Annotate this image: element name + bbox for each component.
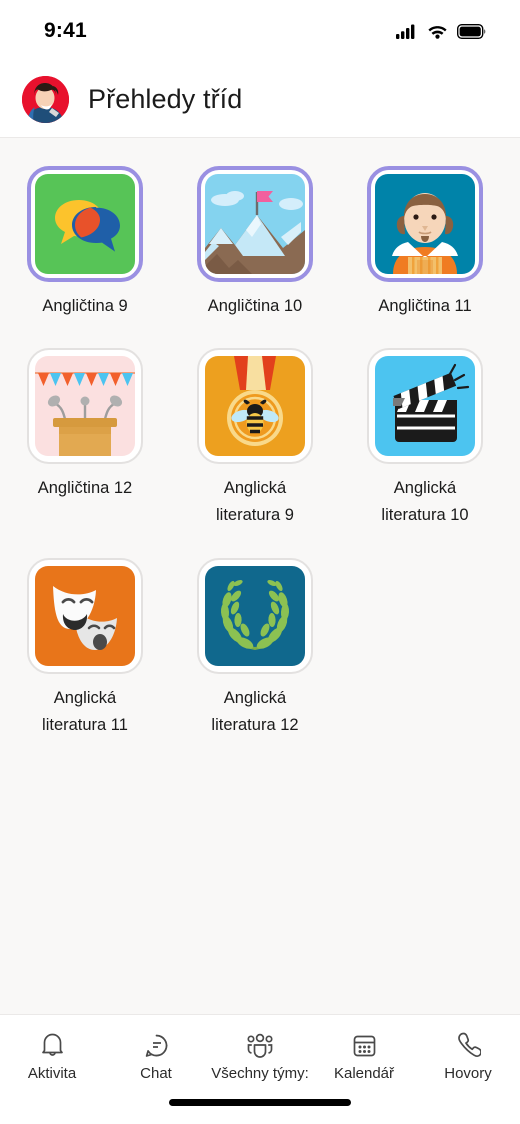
class-tile-label: Anglická literatura 10: [381, 479, 469, 525]
class-tile-image-frame: [197, 166, 313, 282]
class-tile-label: Anglická literatura 12: [211, 688, 299, 734]
class-tile-image-frame: [27, 166, 143, 282]
mountain-flag-icon: [205, 174, 305, 274]
class-tile-anglictina-10[interactable]: Angličtina 10: [170, 156, 340, 320]
app-header: Přehledy tříd: [0, 62, 520, 138]
bell-icon: [39, 1029, 66, 1061]
class-grid-container: Angličtina 9 Angličtina 10 Angličtina 11…: [0, 138, 520, 1014]
battery-icon: [457, 23, 486, 39]
class-tile-label: Anglická literatura 11: [42, 688, 128, 734]
phone-screen: 9:41 Přehledy tříd Angličtina 9 Angličti…: [0, 0, 520, 1124]
class-grid: Angličtina 9 Angličtina 10 Angličtina 11…: [0, 156, 520, 757]
avatar[interactable]: [22, 76, 69, 123]
class-tile-image-frame: [367, 166, 483, 282]
nav-item-vsechny-tymy[interactable]: Všechny týmy:: [208, 1029, 312, 1082]
class-tile-anglictina-9[interactable]: Angličtina 9: [0, 156, 170, 320]
nav-item-hovory[interactable]: Hovory: [416, 1029, 520, 1082]
class-tile-image-frame: [27, 557, 143, 674]
nav-item-chat[interactable]: Chat: [104, 1029, 208, 1082]
class-tile-image-frame: [197, 348, 313, 465]
class-tile-image-frame: [367, 348, 483, 465]
clapperboard-icon: [375, 356, 475, 457]
status-bar: 9:41: [0, 0, 520, 62]
spelling-bee-medal-icon: [205, 356, 305, 457]
podium-microphone-icon: [35, 356, 135, 457]
nav-label: Hovory: [444, 1065, 492, 1082]
class-tile-label: Angličtina 11: [378, 297, 472, 315]
theater-masks-icon: [35, 565, 135, 666]
class-tile-image-frame: [27, 348, 143, 465]
class-tile-anglicka-literatura-12[interactable]: Anglická literatura 12: [170, 548, 340, 739]
class-tile-anglicka-literatura-11[interactable]: Anglická literatura 11: [0, 548, 170, 739]
page-title: Přehledy tříd: [88, 84, 243, 114]
nav-label: Kalendář: [333, 1065, 395, 1082]
class-tile-anglicka-literatura-10[interactable]: Anglická literatura 10: [340, 338, 510, 529]
status-time: 9:41: [44, 19, 87, 42]
avatar-photo-icon: [22, 76, 69, 123]
status-icons: [396, 23, 486, 39]
home-indicator[interactable]: [169, 1099, 351, 1106]
class-tile-anglicka-literatura-9[interactable]: Anglická literatura 9: [170, 338, 340, 529]
phone-icon: [455, 1029, 481, 1061]
bottom-navigation: Aktivita Chat Všechny týmy: Kalendář Hov…: [0, 1014, 520, 1124]
class-tile-label: Angličtina 9: [42, 297, 128, 315]
calendar-icon: [351, 1029, 378, 1061]
nav-label: Všechny týmy:: [211, 1065, 309, 1082]
shakespeare-icon: [375, 174, 475, 274]
nav-label: Aktivita: [27, 1065, 77, 1082]
wifi-icon: [428, 25, 447, 39]
nav-item-aktivita[interactable]: Aktivita: [0, 1029, 104, 1082]
class-tile-anglictina-12[interactable]: Angličtina 12: [0, 338, 170, 529]
class-tile-label: Angličtina 10: [207, 297, 303, 315]
class-tile-label: Angličtina 12: [37, 479, 133, 498]
signal-icon: [396, 24, 415, 39]
class-tile-anglictina-11[interactable]: Angličtina 11: [340, 156, 510, 320]
class-tile-image-frame: [197, 557, 313, 674]
nav-item-kalendar[interactable]: Kalendář: [312, 1029, 416, 1082]
laurel-wreath-icon: [205, 565, 305, 666]
chat-bubble-icon: [143, 1029, 170, 1061]
people-team-icon: [245, 1029, 275, 1061]
speech-bubbles-icon: [35, 174, 135, 274]
nav-label: Chat: [140, 1065, 172, 1082]
class-tile-label: Anglická literatura 9: [216, 479, 294, 525]
